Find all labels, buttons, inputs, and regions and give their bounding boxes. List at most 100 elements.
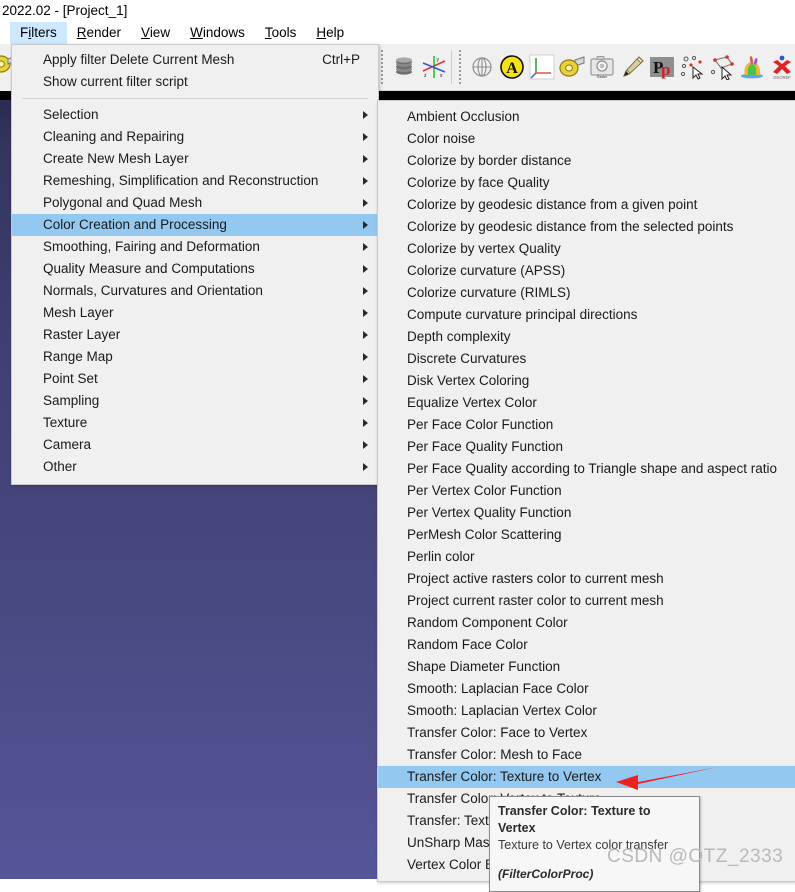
axis-tool-icon[interactable]: y z x [419,51,449,83]
menu-item-camera[interactable]: Camera [12,434,378,456]
menu-item-label: Other [43,459,77,474]
menu-item-label: Raster Layer [43,327,121,342]
submenu-item-project-active-rasters-color-to-current-mesh[interactable]: Project active rasters color to current … [378,568,795,590]
menu-item-label: Apply filter Delete Current Mesh [43,52,235,67]
menu-item-create-new-mesh-layer[interactable]: Create New Mesh Layer [12,148,378,170]
submenu-item-per-vertex-color-function[interactable]: Per Vertex Color Function [378,480,795,502]
chevron-right-icon [363,111,368,119]
submenu-item-transfer-color-face-to-vertex[interactable]: Transfer Color: Face to Vertex [378,722,795,744]
chevron-right-icon [363,133,368,141]
submenu-item-permesh-color-scattering[interactable]: PerMesh Color Scattering [378,524,795,546]
submenu-item-colorize-by-face-quality[interactable]: Colorize by face Quality [378,172,795,194]
submenu-item-per-face-quality-according-to-triangle-shape-and-aspect-ratio[interactable]: Per Face Quality according to Triangle s… [378,458,795,480]
select-vertices-icon[interactable] [677,51,707,83]
submenu-item-smooth-laplacian-vertex-color[interactable]: Smooth: Laplacian Vertex Color [378,700,795,722]
menu-item-point-set[interactable]: Point Set [12,368,378,390]
submenu-item-project-current-raster-color-to-current-mesh[interactable]: Project current raster color to current … [378,590,795,612]
submenu-item-transfer-color-texture-to-vertex[interactable]: Transfer Color: Texture to Vertex [378,766,795,788]
menubar-item-help[interactable]: Help [306,22,354,44]
submenu-item-shape-diameter-function[interactable]: Shape Diameter Function [378,656,795,678]
toolbar: y z x A Raster P p GEOREF [376,44,795,91]
menubar-item-filters[interactable]: Filters [10,22,67,44]
paintbrush-icon[interactable] [617,51,647,83]
submenu-item-colorize-by-geodesic-distance-from-the-selected-points[interactable]: Colorize by geodesic distance from the s… [378,216,795,238]
menu-item-label: Camera [43,437,92,452]
menu-item-normals-curvatures-and-orientation[interactable]: Normals, Curvatures and Orientation [12,280,378,302]
toolbar-grip-handle-2[interactable] [457,50,464,84]
toolbar-grip-handle[interactable] [379,50,386,84]
submenu-item-disk-vertex-coloring[interactable]: Disk Vertex Coloring [378,370,795,392]
submenu-item-colorize-by-geodesic-distance-from-a-given-point[interactable]: Colorize by geodesic distance from a giv… [378,194,795,216]
camera-raster-align-icon[interactable]: Raster [587,51,617,83]
axis-origin-icon[interactable] [527,51,557,83]
menu-item-remeshing-simplification-and-reconstruction[interactable]: Remeshing, Simplification and Reconstruc… [12,170,378,192]
submenu-item-smooth-laplacian-face-color[interactable]: Smooth: Laplacian Face Color [378,678,795,700]
align-letter-a-icon[interactable]: A [497,51,527,83]
submenu-item-ambient-occlusion[interactable]: Ambient Occlusion [378,106,795,128]
svg-text:z: z [424,73,427,79]
submenu-item-per-face-quality-function[interactable]: Per Face Quality Function [378,436,795,458]
submenu-item-compute-curvature-principal-directions[interactable]: Compute curvature principal directions [378,304,795,326]
submenu-item-per-face-color-function[interactable]: Per Face Color Function [378,414,795,436]
menubar-item-tools[interactable]: Tools [255,22,307,44]
filter-tooltip: Transfer Color: Texture to Vertex Textur… [489,796,700,892]
menubar-item-windows[interactable]: Windows [180,22,255,44]
menu-item-label: Sampling [43,393,100,408]
pp-points-icon[interactable]: P p [647,51,677,83]
chevron-right-icon [363,221,368,229]
toolbar-separator [451,50,452,84]
menu-item-quality-measure-and-computations[interactable]: Quality Measure and Computations [12,258,378,280]
menu-item-label: Show current filter script [43,74,188,89]
menu-item-smoothing-fairing-and-deformation[interactable]: Smoothing, Fairing and Deformation [12,236,378,258]
menubar-item-render[interactable]: Render [67,22,131,44]
menu-item-mesh-layer[interactable]: Mesh Layer [12,302,378,324]
menu-item-label: Selection [43,107,99,122]
submenu-item-discrete-curvatures[interactable]: Discrete Curvatures [378,348,795,370]
chevron-right-icon [363,199,368,207]
menu-item-label: Smoothing, Fairing and Deformation [43,239,260,254]
select-edges-icon[interactable] [707,51,737,83]
menu-item-cleaning-and-repairing[interactable]: Cleaning and Repairing [12,126,378,148]
globe-wireframe-icon[interactable] [467,51,497,83]
submenu-item-random-face-color[interactable]: Random Face Color [378,634,795,656]
menu-item-polygonal-and-quad-mesh[interactable]: Polygonal and Quad Mesh [12,192,378,214]
submenu-item-transfer-color-mesh-to-face[interactable]: Transfer Color: Mesh to Face [378,744,795,766]
menu-bar: Filters Render View Windows Tools Help [0,22,795,44]
filters-dropdown-menu[interactable]: Apply filter Delete Current Mesh Ctrl+P … [11,44,379,485]
georef-icon[interactable]: GEOREF [767,51,795,83]
chevron-right-icon [363,397,368,405]
chevron-right-icon [363,375,368,383]
menu-item-texture[interactable]: Texture [12,412,378,434]
menu-item-sampling[interactable]: Sampling [12,390,378,412]
menu-item-other[interactable]: Other [12,456,378,478]
menu-item-label: Texture [43,415,88,430]
submenu-item-colorize-by-vertex-quality[interactable]: Colorize by vertex Quality [378,238,795,260]
submenu-item-per-vertex-quality-function[interactable]: Per Vertex Quality Function [378,502,795,524]
menubar-item-view[interactable]: View [131,22,180,44]
measuring-tape-icon-2[interactable] [557,51,587,83]
menu-item-selection[interactable]: Selection [12,104,378,126]
menu-item-label: Color Creation and Processing [43,217,227,232]
submenu-item-depth-complexity[interactable]: Depth complexity [378,326,795,348]
menu-item-show-current-filter-script[interactable]: Show current filter script [12,71,378,93]
layer-stack-icon[interactable] [389,51,419,83]
menu-item-color-creation-and-processing[interactable]: Color Creation and Processing [12,214,378,236]
submenu-item-color-noise[interactable]: Color noise [378,128,795,150]
menu-item-raster-layer[interactable]: Raster Layer [12,324,378,346]
tooltip-title: Transfer Color: Texture to Vertex [498,804,651,835]
menu-item-apply-filter-delete-current-mesh[interactable]: Apply filter Delete Current Mesh Ctrl+P [12,49,378,71]
submenu-item-colorize-by-border-distance[interactable]: Colorize by border distance [378,150,795,172]
tooltip-class-name: (FilterColorProc) [498,867,594,881]
submenu-item-equalize-vertex-color[interactable]: Equalize Vertex Color [378,392,795,414]
menu-item-label: Quality Measure and Computations [43,261,255,276]
submenu-item-perlin-color[interactable]: Perlin color [378,546,795,568]
menu-item-label: Mesh Layer [43,305,114,320]
menu-separator [22,98,368,99]
submenu-item-colorize-curvature-rimls[interactable]: Colorize curvature (RIMLS) [378,282,795,304]
chevron-right-icon [363,177,368,185]
color-creation-and-processing-submenu[interactable]: Ambient Occlusion Color noise Colorize b… [377,100,795,882]
colored-bunny-icon[interactable] [737,51,767,83]
menu-item-range-map[interactable]: Range Map [12,346,378,368]
submenu-item-random-component-color[interactable]: Random Component Color [378,612,795,634]
submenu-item-colorize-curvature-apss[interactable]: Colorize curvature (APSS) [378,260,795,282]
